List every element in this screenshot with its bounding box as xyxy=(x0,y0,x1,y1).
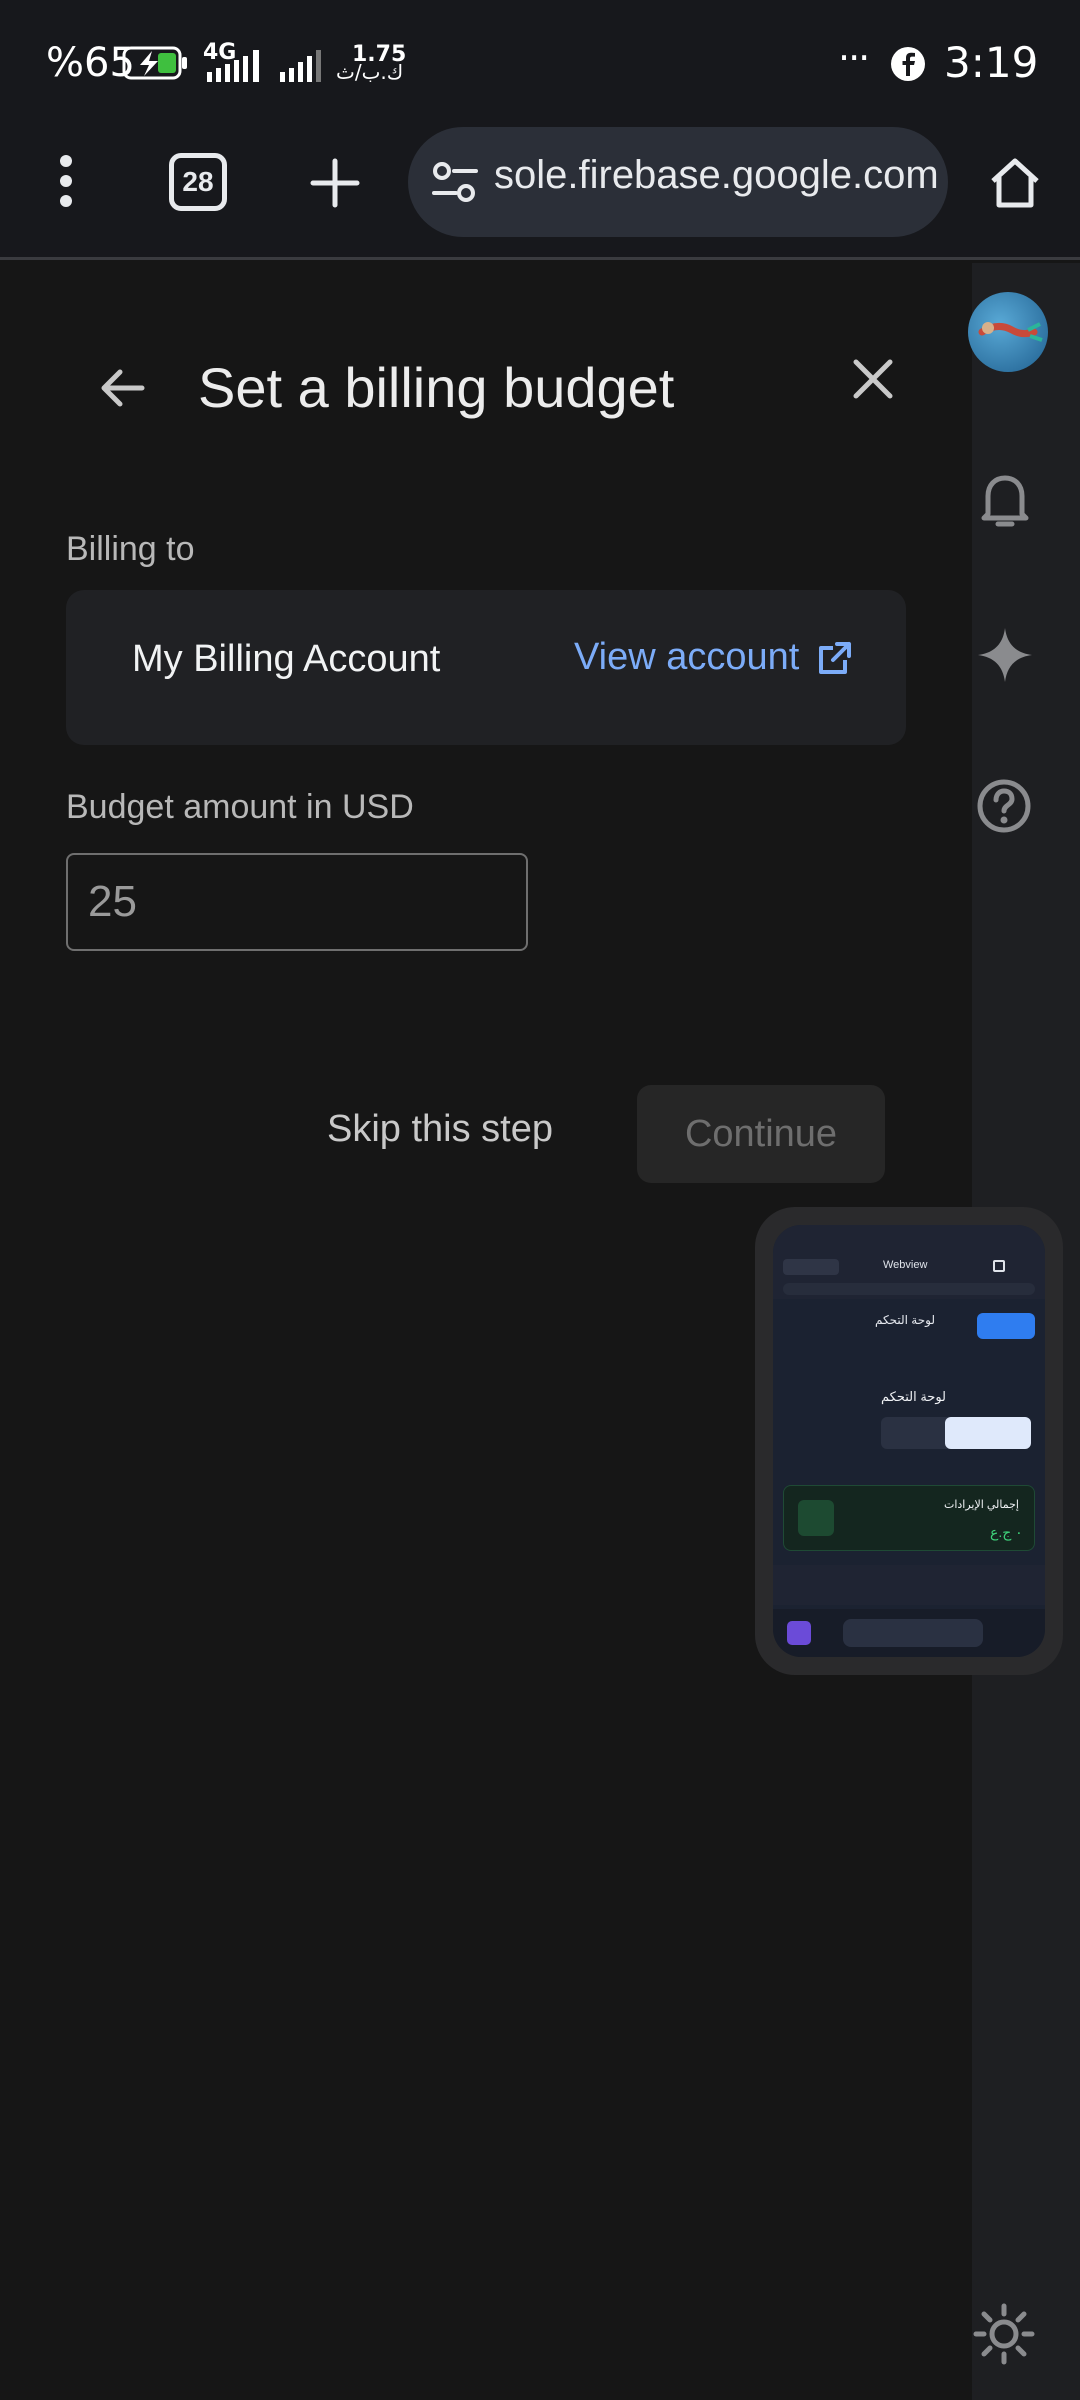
preview-page-title: لوحة التحكم xyxy=(875,1313,936,1327)
webview-preview-window[interactable]: Webview لوحة التحكم لوحة التحكم إجمالي ا… xyxy=(755,1207,1063,1675)
bell-icon xyxy=(981,475,1029,527)
preview-taskbar xyxy=(843,1619,983,1647)
page-title: Set a billing budget xyxy=(198,356,675,419)
view-account-label: View account xyxy=(574,636,800,678)
tab-switcher-button[interactable]: 28 xyxy=(166,150,230,214)
tabs-count: 28 xyxy=(169,153,227,211)
home-icon xyxy=(991,158,1039,208)
billing-to-label: Billing to xyxy=(66,530,195,568)
budget-amount-label: Budget amount in USD xyxy=(66,788,414,826)
clock: 3:19 xyxy=(944,38,1039,87)
skip-step-button[interactable]: Skip this step xyxy=(327,1108,553,1151)
preview-app-name: Webview xyxy=(883,1259,928,1271)
net-speed-unit: ك.ب/ث xyxy=(336,60,404,84)
back-button[interactable] xyxy=(96,362,148,414)
help-icon xyxy=(977,779,1031,833)
plus-icon xyxy=(310,158,360,208)
sparkle-icon xyxy=(978,628,1032,682)
continue-button[interactable]: Continue xyxy=(637,1085,885,1183)
preview-revenue-card: إجمالي الإيرادات ٠ ج.ع xyxy=(783,1485,1035,1551)
more-menu-button[interactable] xyxy=(36,145,96,217)
signal-icon-2 xyxy=(278,48,324,89)
theme-toggle-button[interactable] xyxy=(972,2302,1036,2366)
preview-windows-icon xyxy=(993,1260,1005,1272)
preview-revenue-label: إجمالي الإيرادات xyxy=(944,1499,1019,1511)
preview-system-nav xyxy=(773,1609,1045,1657)
preview-bottom-nav xyxy=(773,1565,1045,1605)
home-button[interactable] xyxy=(982,150,1048,216)
url-text: sole.firebase.google.com xyxy=(494,153,939,197)
arrow-left-icon xyxy=(101,369,145,407)
close-icon xyxy=(853,359,893,399)
help-button[interactable] xyxy=(976,778,1032,834)
view-account-link[interactable]: View account xyxy=(574,636,855,679)
budget-amount-input[interactable]: 25 xyxy=(66,853,528,951)
preview-url-bar xyxy=(783,1283,1035,1295)
status-overflow: ··· xyxy=(838,36,870,80)
close-button[interactable] xyxy=(850,356,896,402)
preview-header: لوحة التحكم xyxy=(777,1303,1041,1343)
notifications-button[interactable] xyxy=(978,470,1032,530)
preview-section-title: لوحة التحكم xyxy=(881,1389,947,1404)
preview-revenue-value: ٠ ج.ع xyxy=(990,1524,1023,1540)
open-in-new-icon xyxy=(819,641,852,674)
billing-account-name: My Billing Account xyxy=(132,638,441,680)
site-settings-icon xyxy=(432,162,478,202)
battery-charging-icon xyxy=(122,46,188,85)
screen: %65 4G 1.75 ك.ب/ث ··· 3:19 28 sole.fireb… xyxy=(0,0,1080,2400)
signal-icon-1 xyxy=(203,44,273,89)
preview-app-icon xyxy=(787,1621,811,1645)
sun-icon xyxy=(973,2303,1035,2365)
billing-account-card: My Billing Account View account xyxy=(66,590,906,745)
preview-button-primary xyxy=(945,1417,1031,1449)
webview-preview-screen: Webview لوحة التحكم لوحة التحكم إجمالي ا… xyxy=(773,1225,1045,1657)
kebab-menu-icon xyxy=(60,155,72,207)
facebook-icon xyxy=(890,46,926,87)
preview-trend-icon xyxy=(798,1500,834,1536)
new-tab-button[interactable] xyxy=(304,152,366,214)
preview-chip xyxy=(783,1259,839,1275)
avatar[interactable] xyxy=(968,292,1048,372)
preview-app-bar: Webview xyxy=(773,1225,1045,1299)
gemini-button[interactable] xyxy=(976,626,1034,684)
url-bar[interactable]: sole.firebase.google.com xyxy=(408,127,948,237)
status-bar: %65 4G 1.75 ك.ب/ث ··· 3:19 xyxy=(0,0,1080,120)
preview-menu-button xyxy=(977,1313,1035,1339)
